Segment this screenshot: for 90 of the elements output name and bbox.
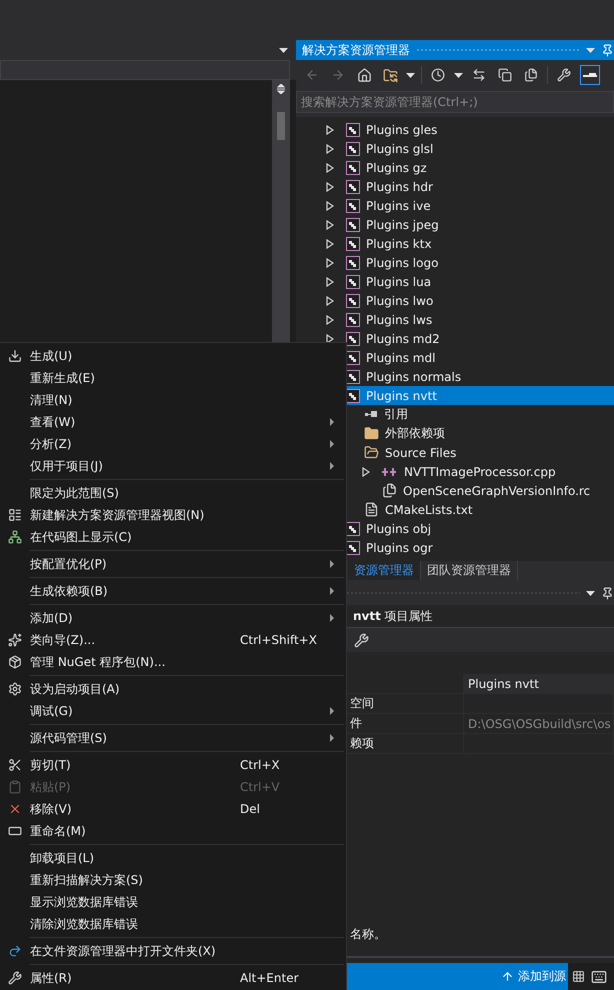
- panel-title: 解决方案资源管理器: [302, 42, 410, 58]
- menu-item[interactable]: 生成依赖项(B): [0, 580, 346, 602]
- search-field[interactable]: 搜索解决方案资源管理器(Ctrl+;): [296, 91, 614, 113]
- menu-item[interactable]: 移除(V) Del: [0, 798, 346, 820]
- redo-arrow-icon: [8, 944, 22, 958]
- sparkle-icon: [8, 633, 22, 647]
- tree-item[interactable]: Plugins gles: [296, 120, 614, 139]
- arrow-up-icon: [501, 970, 514, 983]
- cpp-file-icon: [382, 466, 398, 476]
- text-file-icon: [364, 502, 379, 517]
- project-icon: [346, 274, 360, 288]
- menu-item[interactable]: 管理 NuGet 程序包(N)...: [0, 651, 346, 673]
- menu-item[interactable]: 重新生成(E): [0, 367, 346, 389]
- menu-item[interactable]: 剪切(T) Ctrl+X: [0, 754, 346, 776]
- pin-icon[interactable]: [601, 586, 614, 600]
- window-list-icon: [8, 508, 22, 522]
- package-icon: [8, 655, 22, 669]
- diagram-icon: [8, 530, 22, 544]
- project-icon: [346, 122, 360, 136]
- expand-arrow-icon[interactable]: [326, 124, 334, 134]
- project-icon: [346, 218, 360, 232]
- menu-item[interactable]: 属性(R) Alt+Enter: [0, 967, 346, 989]
- menu-item[interactable]: 添加(D): [0, 607, 346, 629]
- project-icon: [346, 236, 360, 250]
- property-value: D:\OSG\OSGbuild\src\os: [464, 714, 614, 733]
- gear-icon: [8, 682, 22, 696]
- properties-heading: nvtt 项目属性: [353, 608, 433, 624]
- project-icon: [346, 160, 360, 174]
- tree-item[interactable]: Plugins ive: [296, 196, 614, 215]
- pin-icon[interactable]: [601, 44, 614, 56]
- folder-icon: [364, 426, 379, 441]
- menu-item[interactable]: 按配置优化(P): [0, 553, 346, 575]
- project-icon: [346, 294, 360, 308]
- panel-tab[interactable]: 资源管理器: [348, 561, 421, 580]
- dropdown-caret-icon[interactable]: [454, 72, 463, 78]
- project-icon: [346, 142, 360, 156]
- tree-item[interactable]: Plugins hdr: [296, 177, 614, 196]
- status-text[interactable]: 添加到源: [518, 968, 566, 985]
- menu-item[interactable]: 清除浏览数据库错误: [0, 913, 346, 935]
- dropdown-caret-icon[interactable]: [279, 48, 288, 52]
- project-icon: [346, 180, 360, 194]
- property-description: 名称。: [350, 926, 386, 942]
- file-icon: [382, 483, 397, 498]
- folder-icon: [364, 445, 379, 460]
- menu-item[interactable]: 在文件资源管理器中打开文件夹(X): [0, 940, 346, 962]
- menu-item[interactable]: 重命名(M): [0, 820, 346, 842]
- tree-item[interactable]: Plugins logo: [296, 253, 614, 272]
- preview-button[interactable]: [580, 65, 600, 85]
- menu-item[interactable]: 类向导(Z)... Ctrl+Shift+X: [0, 629, 346, 651]
- dropdown-field[interactable]: [0, 60, 290, 80]
- expand-arrow-icon[interactable]: [326, 220, 334, 230]
- tree-item[interactable]: Plugins lws: [296, 310, 614, 329]
- tree-item[interactable]: Plugins ktx: [296, 234, 614, 253]
- expand-arrow-icon[interactable]: [362, 466, 370, 476]
- preview-icon[interactable]: [583, 72, 597, 78]
- grid-icon[interactable]: [572, 970, 585, 983]
- scrollbar-thumb[interactable]: [277, 112, 285, 140]
- project-icon: [346, 198, 360, 212]
- dropdown-caret-icon[interactable]: [586, 590, 595, 596]
- scissors-icon: [8, 758, 22, 772]
- project-icon: [346, 256, 360, 270]
- split-icon[interactable]: [276, 84, 286, 94]
- column-header: Plugins nvtt: [464, 674, 614, 693]
- wrench-icon[interactable]: [354, 632, 369, 648]
- expand-arrow-icon[interactable]: [326, 314, 334, 324]
- expand-arrow-icon[interactable]: [326, 238, 334, 248]
- expand-arrow-icon[interactable]: [326, 182, 334, 192]
- menu-item[interactable]: 生成(U): [0, 345, 346, 367]
- tree-item[interactable]: Plugins lwo: [296, 291, 614, 310]
- menu-item[interactable]: 重新扫描解决方案(S): [0, 869, 346, 891]
- wrench-icon: [8, 971, 22, 985]
- expand-arrow-icon[interactable]: [326, 162, 334, 172]
- expand-arrow-icon[interactable]: [326, 296, 334, 306]
- expand-arrow-icon[interactable]: [326, 200, 334, 210]
- project-icon: [346, 312, 360, 326]
- expand-arrow-icon[interactable]: [326, 276, 334, 286]
- menu-item[interactable]: 卸载项目(L): [0, 847, 346, 869]
- expand-arrow-icon[interactable]: [326, 144, 334, 154]
- tree-item[interactable]: Plugins jpeg: [296, 215, 614, 234]
- menu-item[interactable]: 显示浏览数据库错误: [0, 891, 346, 913]
- clipboard-icon: [8, 780, 22, 794]
- keyboard-icon[interactable]: [591, 968, 607, 984]
- expand-arrow-icon[interactable]: [326, 258, 334, 268]
- tree-item[interactable]: Plugins glsl: [296, 139, 614, 158]
- tree-item[interactable]: Plugins lua: [296, 272, 614, 291]
- close-icon: [8, 802, 22, 816]
- dropdown-caret-icon[interactable]: [406, 72, 415, 78]
- expand-arrow-icon[interactable]: [326, 334, 334, 344]
- tree-item[interactable]: Plugins gz: [296, 158, 614, 177]
- menu-item[interactable]: 在代码图上显示(C): [0, 526, 346, 548]
